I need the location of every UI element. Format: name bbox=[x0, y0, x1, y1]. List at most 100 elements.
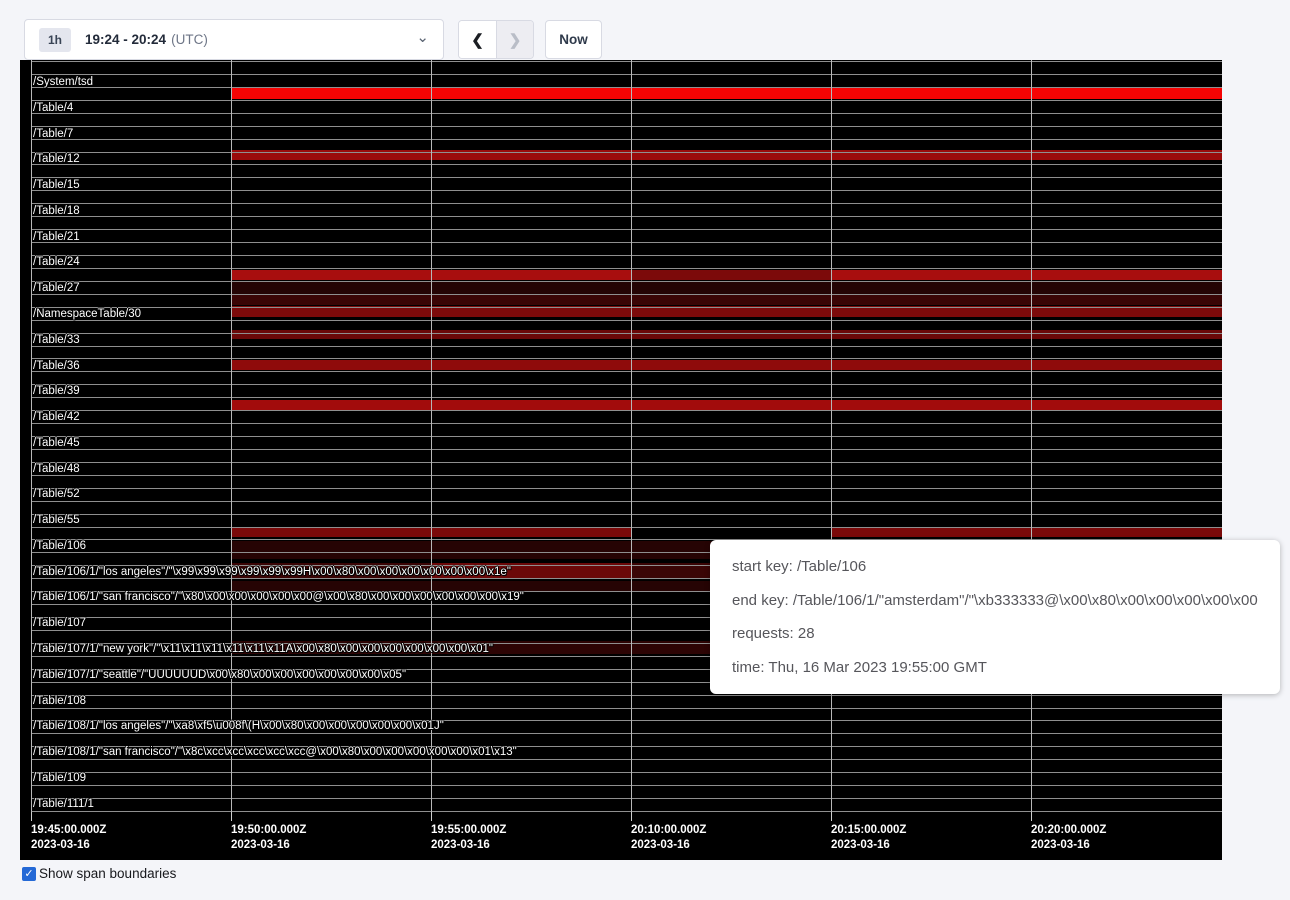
heatmap-canvas[interactable]: /System/tsd/Table/4/Table/7/Table/12/Tab… bbox=[20, 60, 1222, 860]
heatmap-band[interactable] bbox=[231, 295, 1222, 305]
heatmap-band[interactable] bbox=[631, 270, 831, 280]
time-gridline bbox=[1031, 60, 1032, 820]
span-key-label: /Table/7 bbox=[33, 128, 73, 140]
heatmap-band[interactable] bbox=[231, 360, 1222, 370]
tooltip-time: time: Thu, 16 Mar 2023 19:55:00 GMT bbox=[732, 651, 1258, 685]
time-gridline bbox=[631, 60, 632, 820]
heatmap-band[interactable] bbox=[231, 88, 1222, 99]
chevron-right-icon: ❯ bbox=[509, 31, 522, 49]
span-key-label: /Table/12 bbox=[33, 153, 80, 165]
span-boundary-line bbox=[31, 113, 1222, 114]
toolbar: 1h 19:24 - 20:24 (UTC) ⌄ ❮ ❯ Now bbox=[0, 0, 1290, 60]
span-key-label: /Table/111/1 bbox=[33, 798, 94, 810]
span-key-label: /Table/52 bbox=[33, 488, 80, 500]
next-time-button[interactable]: ❯ bbox=[496, 21, 533, 58]
span-key-label: /Table/18 bbox=[33, 205, 80, 217]
axis-time-label: 20:20:00.000Z bbox=[1031, 824, 1106, 836]
time-nav-group: ❮ ❯ bbox=[458, 20, 534, 59]
axis-date-label: 2023-03-16 bbox=[631, 839, 690, 851]
axis-date-label: 2023-03-16 bbox=[231, 839, 290, 851]
span-tooltip: start key: /Table/106 end key: /Table/10… bbox=[710, 540, 1280, 694]
span-boundary-line bbox=[31, 423, 1222, 424]
span-boundary-line bbox=[31, 294, 1222, 295]
span-boundary-line bbox=[31, 772, 1222, 773]
span-key-label: /Table/107/1/"new york"/"\x11\x11\x11\x1… bbox=[33, 643, 493, 655]
show-span-boundaries-checkbox[interactable]: ✓ bbox=[22, 867, 36, 881]
span-key-label: /Table/108/1/"san francisco"/"\x8c\xcc\x… bbox=[33, 746, 517, 758]
span-key-label: /Table/15 bbox=[33, 179, 80, 191]
axis-tick bbox=[31, 812, 32, 821]
span-boundary-line bbox=[31, 397, 1222, 398]
span-key-label: /Table/107/1/"seattle"/"UUUUUUD\x00\x80\… bbox=[33, 669, 406, 681]
span-key-label: /Table/27 bbox=[33, 282, 80, 294]
axis-date-label: 2023-03-16 bbox=[1031, 839, 1090, 851]
span-boundary-line bbox=[31, 307, 1222, 308]
span-boundary-line bbox=[31, 371, 1222, 372]
span-key-label: /Table/21 bbox=[33, 231, 80, 243]
span-key-label: /Table/106/1/"san francisco"/"\x80\x00\x… bbox=[33, 591, 524, 603]
chevron-down-icon: ⌄ bbox=[416, 30, 429, 45]
span-boundary-line bbox=[31, 501, 1222, 502]
now-button[interactable]: Now bbox=[545, 20, 602, 59]
heatmap-band[interactable] bbox=[231, 282, 1222, 294]
span-boundary-line bbox=[31, 139, 1222, 140]
span-boundary-line bbox=[31, 733, 1222, 734]
show-span-boundaries-label: Show span boundaries bbox=[39, 866, 176, 881]
time-range-timezone: (UTC) bbox=[171, 32, 208, 47]
axis-time-label: 20:10:00.000Z bbox=[631, 824, 706, 836]
axis-tick bbox=[831, 812, 832, 821]
time-range-selector[interactable]: 1h 19:24 - 20:24 (UTC) ⌄ bbox=[24, 19, 444, 60]
span-boundary-line bbox=[31, 61, 1222, 62]
span-boundary-line bbox=[31, 333, 1222, 334]
axis-tick bbox=[231, 812, 232, 821]
span-boundary-line bbox=[31, 384, 1222, 385]
span-key-label: /Table/24 bbox=[33, 256, 80, 268]
span-boundary-line bbox=[31, 190, 1222, 191]
span-boundary-line bbox=[31, 320, 1222, 321]
span-key-label: /Table/4 bbox=[33, 102, 73, 114]
time-range-preset-badge: 1h bbox=[39, 28, 71, 52]
axis-time-label: 19:45:00.000Z bbox=[31, 824, 106, 836]
span-key-label: /Table/108 bbox=[33, 695, 86, 707]
span-key-label: /Table/106 bbox=[33, 540, 86, 552]
span-boundary-line bbox=[31, 358, 1222, 359]
span-boundary-line bbox=[31, 87, 1222, 88]
axis-tick bbox=[431, 812, 432, 821]
span-boundary-line bbox=[31, 514, 1222, 515]
span-boundary-line bbox=[31, 488, 1222, 489]
heatmap-band[interactable] bbox=[231, 400, 1222, 410]
prev-time-button[interactable]: ❮ bbox=[459, 21, 496, 58]
span-boundary-line bbox=[31, 759, 1222, 760]
span-boundary-line bbox=[31, 152, 1222, 153]
span-boundary-line bbox=[31, 281, 1222, 282]
axis-tick bbox=[1031, 812, 1032, 821]
span-key-label: /Table/33 bbox=[33, 334, 80, 346]
span-key-label: /Table/107 bbox=[33, 617, 86, 629]
time-gridline bbox=[831, 60, 832, 820]
time-gridline bbox=[231, 60, 232, 820]
tooltip-end-key: end key: /Table/106/1/"amsterdam"/"\xb33… bbox=[732, 584, 1258, 618]
span-boundary-line bbox=[31, 449, 1222, 450]
span-boundary-line bbox=[31, 255, 1222, 256]
span-key-label: /Table/39 bbox=[33, 385, 80, 397]
heatmap-band[interactable] bbox=[831, 528, 1222, 537]
span-boundary-line bbox=[31, 203, 1222, 204]
span-key-label: /Table/48 bbox=[33, 463, 80, 475]
span-boundary-line bbox=[31, 242, 1222, 243]
span-boundary-line bbox=[31, 462, 1222, 463]
span-key-label: /Table/109 bbox=[33, 772, 86, 784]
heatmap-band[interactable] bbox=[231, 330, 1222, 339]
span-boundary-line bbox=[31, 126, 1222, 127]
span-boundary-line bbox=[31, 74, 1222, 75]
span-key-label: /Table/45 bbox=[33, 437, 80, 449]
span-boundary-line bbox=[31, 268, 1222, 269]
span-boundary-line bbox=[31, 436, 1222, 437]
axis-date-label: 2023-03-16 bbox=[431, 839, 490, 851]
span-boundary-line bbox=[31, 798, 1222, 799]
axis-time-label: 20:15:00.000Z bbox=[831, 824, 906, 836]
heatmap-band[interactable] bbox=[831, 270, 1222, 280]
span-key-label: /NamespaceTable/30 bbox=[33, 308, 141, 320]
axis-date-label: 2023-03-16 bbox=[831, 839, 890, 851]
span-key-label: /Table/106/1/"los angeles"/"\x99\x99\x99… bbox=[33, 566, 511, 578]
span-boundary-line bbox=[31, 177, 1222, 178]
